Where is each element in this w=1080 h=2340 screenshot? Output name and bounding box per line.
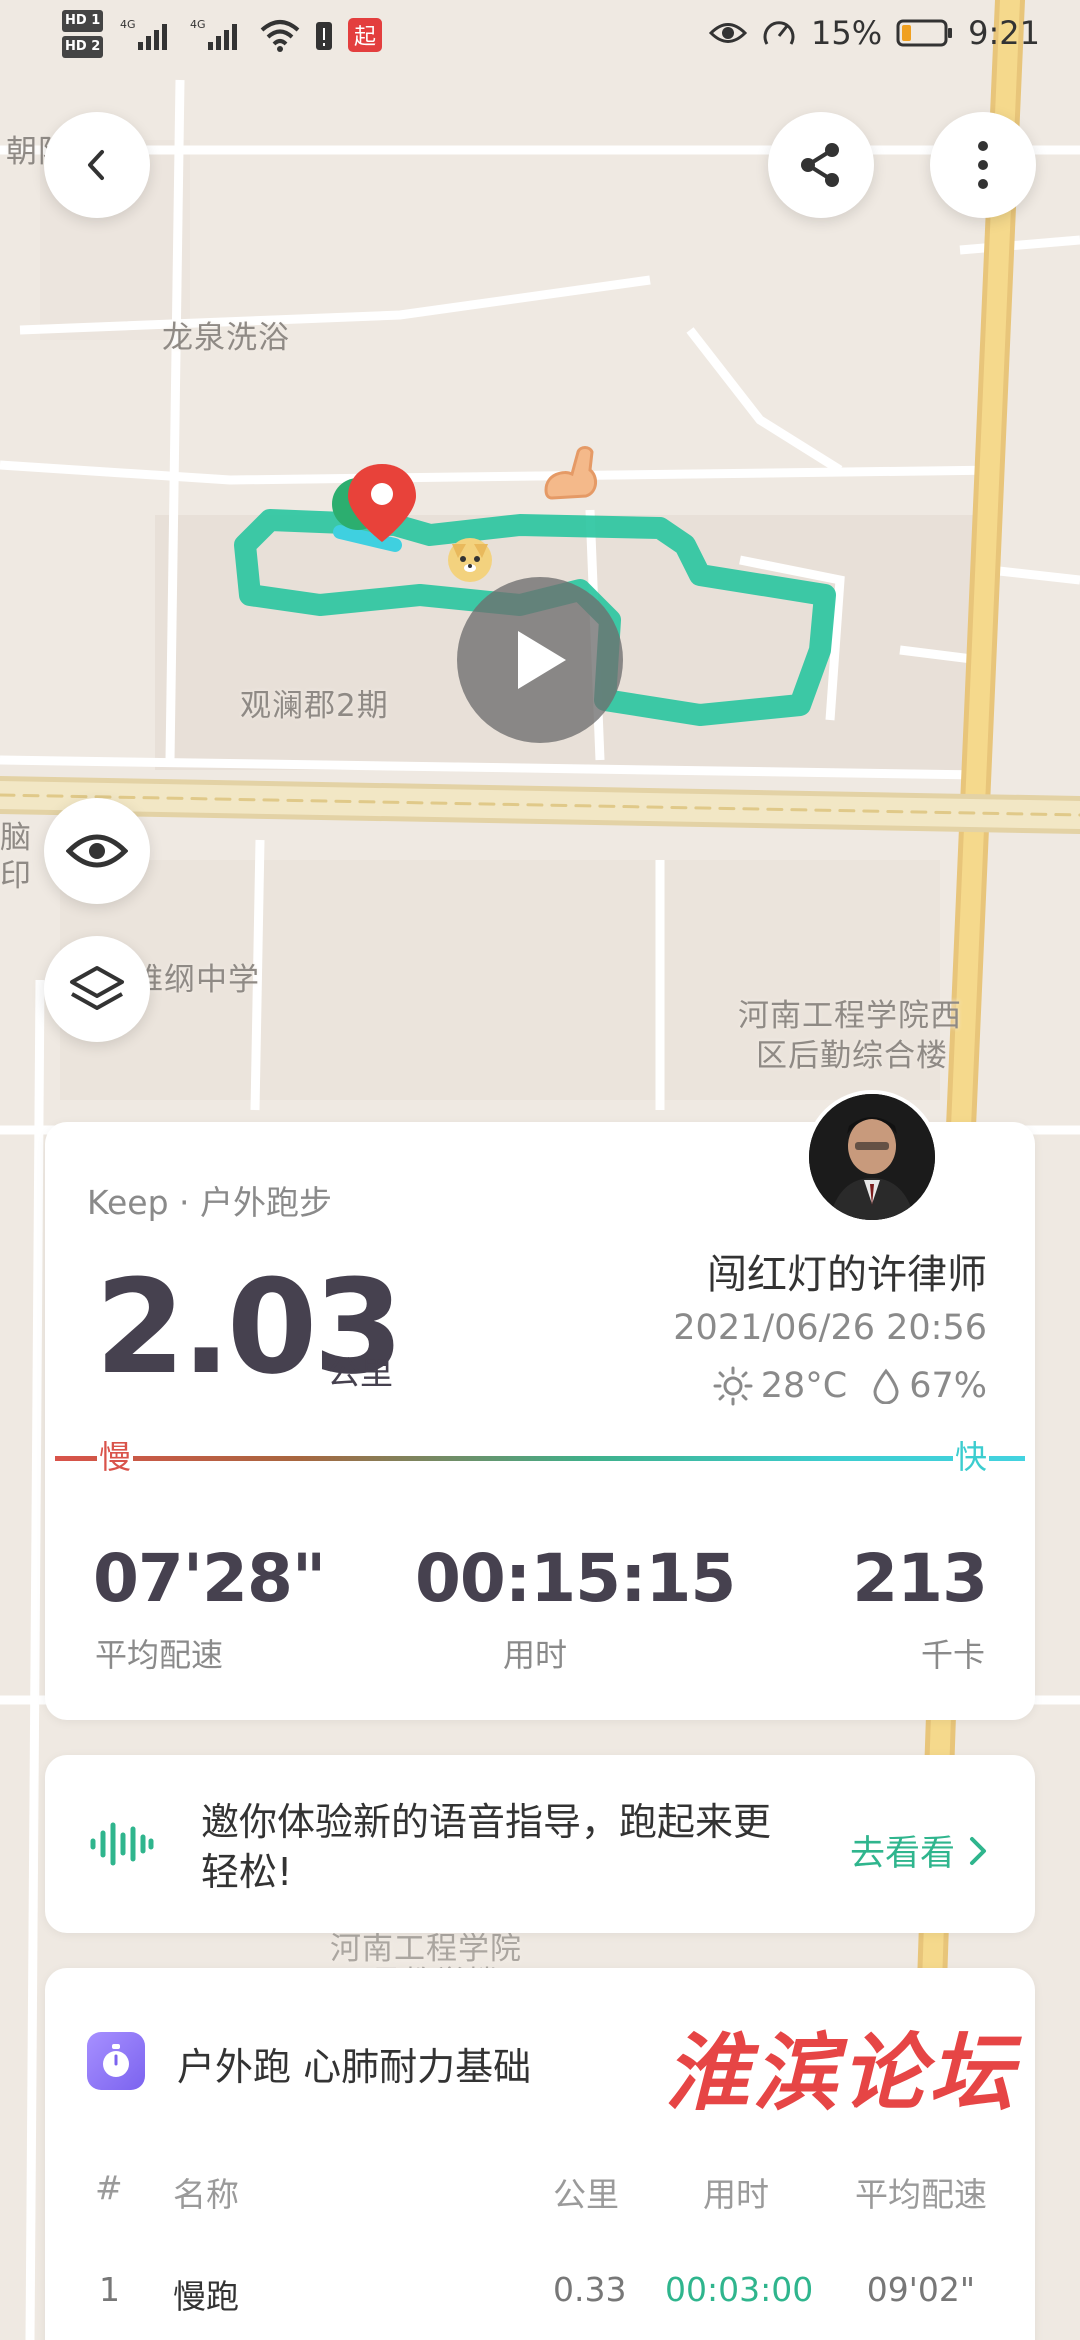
row-time: 00:03:00	[665, 2270, 814, 2309]
username[interactable]: 闯红灯的许律师	[707, 1242, 987, 1300]
doge-icon[interactable]	[442, 530, 498, 590]
status-right: 15% 9:21	[709, 14, 1040, 52]
avg-pace-value: 07'28"	[93, 1540, 326, 1617]
row-km: 0.33	[553, 2270, 627, 2309]
muscle-icon[interactable]	[538, 440, 604, 510]
sun-icon	[713, 1366, 753, 1406]
training-plan-card: 户外跑 心肺耐力基础 淮滨论坛 # 名称 公里 用时 平均配速 1 慢跑 0.3…	[45, 1968, 1035, 2340]
fast-label: 快	[952, 1432, 989, 1478]
map-layers-button[interactable]	[44, 936, 150, 1042]
workout-datetime: 2021/06/26 20:56	[673, 1308, 987, 1348]
share-button[interactable]	[768, 112, 874, 218]
weather-info: 28°C 67%	[713, 1366, 987, 1406]
signal-4g-2-icon: 4G	[190, 18, 237, 50]
distance-unit: 公里	[327, 1353, 393, 1392]
speed-icon	[763, 21, 795, 45]
share-icon	[801, 143, 839, 187]
col-header-index: #	[95, 2168, 123, 2207]
hd2-badge: HD 2	[62, 36, 104, 58]
signal-icons: 4G 4G 起	[120, 16, 382, 52]
play-icon	[518, 631, 566, 689]
duration-label: 用时	[503, 1636, 568, 1674]
humidity-drop-icon	[873, 1368, 899, 1404]
humidity: 67%	[909, 1366, 987, 1406]
col-header-km: 公里	[553, 2175, 619, 2214]
col-header-name: 名称	[173, 2175, 239, 2214]
audio-wave-icon	[90, 1822, 154, 1866]
col-header-pace: 平均配速	[855, 2175, 987, 2214]
row-index: 1	[99, 2270, 120, 2309]
more-button[interactable]	[930, 112, 1036, 218]
sim-alert-icon	[316, 22, 332, 50]
map-label: 龙泉洗浴	[162, 320, 290, 356]
eye-icon	[66, 834, 128, 868]
map-label: 区后勤综合楼	[756, 1038, 948, 1074]
chevron-left-icon	[88, 150, 104, 180]
battery-icon	[896, 19, 953, 47]
wifi-icon	[260, 20, 300, 52]
app-badge-icon: 起	[348, 18, 382, 52]
status-bar: HD 1 HD 2 4G 4G 起 15% 9:21	[0, 0, 1080, 76]
row-pace: 09'02"	[866, 2270, 975, 2309]
more-vertical-icon	[978, 141, 988, 189]
battery-percent: 15%	[811, 14, 883, 52]
layers-icon	[70, 966, 124, 1010]
row-name: 慢跑	[173, 2277, 239, 2316]
slow-label: 慢	[97, 1432, 134, 1478]
stopwatch-icon	[87, 2032, 145, 2090]
replay-play-button[interactable]	[457, 577, 623, 743]
visibility-toggle-button[interactable]	[44, 798, 150, 904]
plan-title: 户外跑 心肺耐力基础	[177, 2045, 532, 2089]
map-label: 观澜郡2期	[240, 688, 389, 724]
avatar-image	[809, 1094, 935, 1220]
workout-source: Keep · 户外跑步	[87, 1183, 333, 1222]
calories-value: 213	[852, 1540, 988, 1617]
watermark: 淮滨论坛	[665, 2023, 1018, 2122]
temperature: 28°C	[760, 1366, 848, 1406]
pace-gradient-bar	[55, 1456, 1025, 1461]
chevron-right-icon	[970, 1836, 986, 1865]
avatar[interactable]	[805, 1090, 939, 1224]
avg-pace-label: 平均配速	[95, 1636, 224, 1674]
voice-guide-promo-card[interactable]: 邀你体验新的语音指导，跑起来更轻松! 去看看	[45, 1755, 1035, 1933]
eye-comfort-icon	[709, 23, 748, 43]
svg-text:4G: 4G	[190, 18, 206, 31]
promo-link-label: 去看看	[849, 1834, 955, 1874]
map-label: 河南工程学院西	[738, 998, 962, 1034]
calories-label: 千卡	[920, 1636, 985, 1674]
col-header-time: 用时	[703, 2175, 769, 2214]
hd1-badge: HD 1	[62, 10, 104, 32]
promo-text: 邀你体验新的语音指导，跑起来更轻松!	[201, 1800, 772, 1894]
promo-link-button[interactable]: 去看看	[850, 1825, 987, 1876]
back-button[interactable]	[44, 112, 150, 218]
svg-text:4G: 4G	[120, 18, 136, 31]
map-label: 维纲中学	[132, 962, 260, 998]
hd-indicators: HD 1 HD 2	[62, 10, 104, 62]
start-marker-icon[interactable]	[330, 460, 420, 554]
map-label: 印	[0, 858, 32, 894]
signal-4g-icon: 4G	[120, 18, 167, 50]
duration-value: 00:15:15	[415, 1540, 736, 1617]
clock: 9:21	[968, 14, 1040, 52]
